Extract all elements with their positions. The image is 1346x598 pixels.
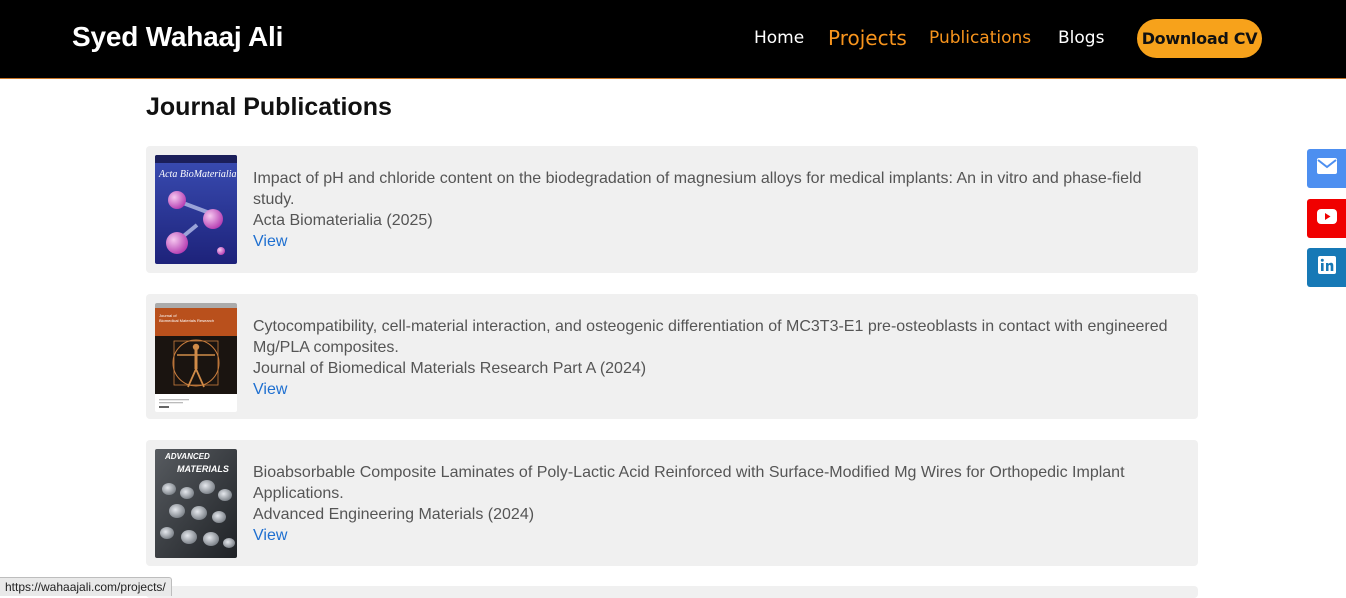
- journal-cover-icon[interactable]: ADVANCED MATERIALS: [155, 449, 237, 558]
- mail-icon: [1316, 158, 1337, 179]
- publication-card: Journal of Biomedical Materials Research…: [146, 294, 1198, 419]
- top-navbar: Syed Wahaaj Ali Home Projects Publicatio…: [0, 0, 1346, 79]
- nav-home[interactable]: Home: [754, 28, 804, 48]
- linkedin-icon: [1317, 256, 1336, 279]
- view-link[interactable]: View: [253, 231, 287, 252]
- publication-title: Cytocompatibility, cell-material interac…: [253, 318, 1168, 356]
- browser-status-bar: https://wahaajali.com/projects/: [0, 577, 172, 596]
- youtube-icon: [1316, 208, 1337, 229]
- view-link[interactable]: View: [253, 525, 287, 546]
- publication-title: Bioabsorbable Composite Laminates of Pol…: [253, 464, 1125, 502]
- nav-projects[interactable]: Projects: [828, 26, 907, 50]
- svg-text:Biomedical Materials Research: Biomedical Materials Research: [159, 318, 214, 323]
- svg-text:MATERIALS: MATERIALS: [177, 464, 229, 474]
- download-cv-button[interactable]: Download CV: [1137, 19, 1262, 58]
- section-title: Journal Publications: [146, 93, 392, 121]
- nav-blogs[interactable]: Blogs: [1058, 28, 1104, 48]
- nav-publications[interactable]: Publications: [929, 28, 1031, 48]
- publication-journal: Advanced Engineering Materials (2024): [253, 506, 535, 523]
- publication-journal: Acta Biomaterialia (2025): [253, 212, 433, 229]
- youtube-button[interactable]: [1307, 199, 1346, 238]
- publication-card: [146, 586, 1198, 598]
- mail-button[interactable]: [1307, 149, 1346, 188]
- publication-card: Acta BioMaterialia Impact of pH and chlo…: [146, 146, 1198, 273]
- svg-text:Acta BioMaterialia: Acta BioMaterialia: [158, 169, 237, 180]
- journal-cover-icon[interactable]: Journal of Biomedical Materials Research: [155, 303, 237, 412]
- linkedin-button[interactable]: [1307, 248, 1346, 287]
- svg-text:ADVANCED: ADVANCED: [164, 452, 210, 461]
- publication-card: ADVANCED MATERIALS Bioabsorbable Composi…: [146, 440, 1198, 566]
- brand-name[interactable]: Syed Wahaaj Ali: [72, 21, 283, 53]
- publication-journal: Journal of Biomedical Materials Research…: [253, 360, 647, 377]
- journal-cover-icon[interactable]: Acta BioMaterialia: [155, 155, 237, 264]
- publication-title: Impact of pH and chloride content on the…: [253, 170, 1142, 208]
- view-link[interactable]: View: [253, 379, 287, 400]
